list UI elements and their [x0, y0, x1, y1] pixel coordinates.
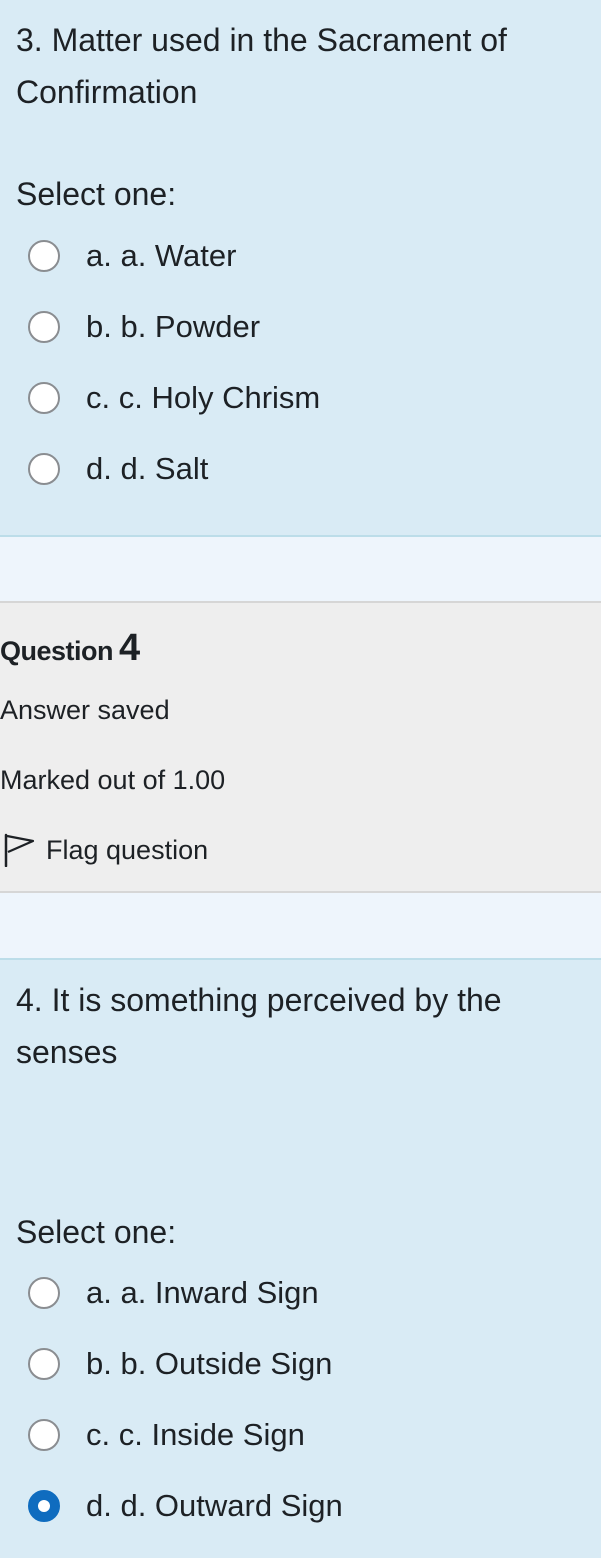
flag-question-button[interactable]: Flag question: [0, 833, 208, 867]
answer-option-3d[interactable]: d. d. Salt: [28, 444, 208, 494]
answer-label: c. c. Holy Chrism: [86, 380, 321, 415]
answer-option-4a[interactable]: a. a. Inward Sign: [28, 1268, 319, 1318]
answer-option-4d[interactable]: d. d. Outward Sign: [28, 1481, 343, 1531]
question-separator: [0, 893, 601, 958]
question-number-value: 4: [119, 627, 140, 669]
question-grade: Marked out of 1.00: [0, 765, 226, 795]
answer-option-3c[interactable]: c. c. Holy Chrism: [28, 373, 320, 423]
answer-option-3b[interactable]: b. b. Powder: [28, 302, 260, 352]
answer-label: b. b. Powder: [86, 309, 261, 344]
answer-label: b. b. Outside Sign: [86, 1346, 333, 1381]
question-4-prompt: Select one:: [16, 1214, 177, 1250]
question-4-info: Question 4 Answer saved Marked out of 1.0…: [0, 601, 601, 893]
answer-label: a. a. Inward Sign: [86, 1275, 319, 1310]
answer-label: c. c. Inside Sign: [86, 1417, 305, 1452]
flag-question-label: Flag question: [46, 834, 209, 865]
question-3-prompt: Select one:: [16, 176, 177, 212]
radio-checked-icon[interactable]: [28, 1490, 60, 1522]
question-4-content: 4. It is something perceived by the sens…: [0, 958, 601, 1558]
question-state: Answer saved: [0, 695, 170, 725]
flag-outline-icon: [4, 833, 35, 867]
answer-option-4b[interactable]: b. b. Outside Sign: [28, 1339, 332, 1389]
question-number-prefix: Question: [0, 636, 114, 666]
question-number: Question 4: [0, 627, 140, 670]
radio-unchecked-icon[interactable]: [28, 1277, 60, 1309]
answer-label: a. a. Water: [86, 238, 237, 273]
radio-unchecked-icon[interactable]: [28, 311, 60, 343]
question-3-content: 3. Matter used in the Sacrament of Confi…: [0, 0, 601, 537]
answer-label: d. d. Salt: [86, 451, 209, 486]
radio-unchecked-icon[interactable]: [28, 1348, 60, 1380]
answer-option-3a[interactable]: a. a. Water: [28, 231, 236, 281]
question-4-text: 4. It is something perceived by the sens…: [16, 982, 502, 1070]
radio-unchecked-icon[interactable]: [28, 1419, 60, 1451]
radio-unchecked-icon[interactable]: [28, 240, 60, 272]
radio-unchecked-icon[interactable]: [28, 382, 60, 414]
question-separator: [0, 537, 601, 601]
question-3-text: 3. Matter used in the Sacrament of Confi…: [16, 22, 507, 110]
answer-label: d. d. Outward Sign: [86, 1488, 343, 1523]
answer-option-4c[interactable]: c. c. Inside Sign: [28, 1410, 305, 1460]
radio-unchecked-icon[interactable]: [28, 453, 60, 485]
